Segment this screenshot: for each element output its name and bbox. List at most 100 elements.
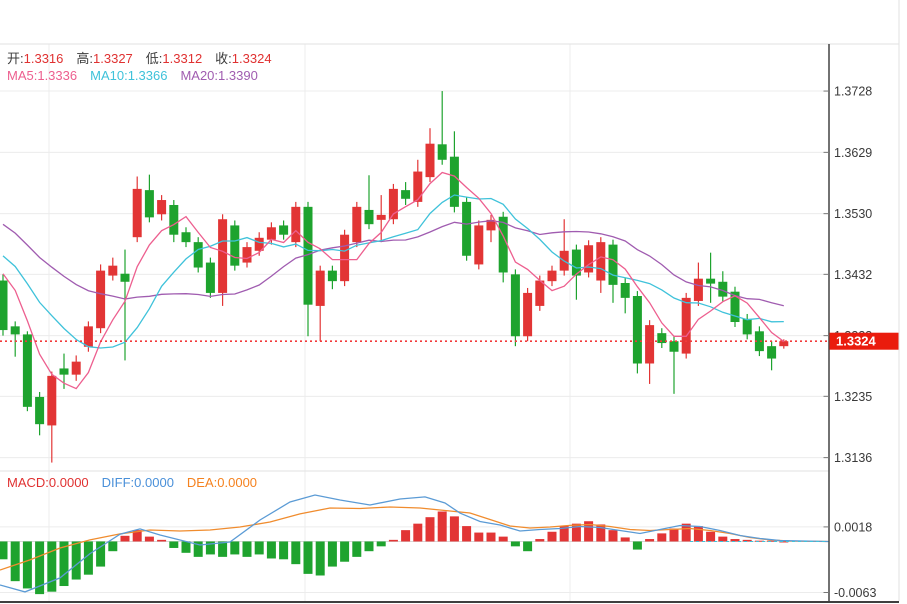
- candle-body: [182, 232, 191, 242]
- candle-body: [316, 271, 325, 306]
- macd-bar: [267, 541, 276, 558]
- macd-bar: [389, 540, 398, 542]
- candle-body: [377, 215, 386, 220]
- macd-bar: [657, 533, 666, 541]
- candle-body: [35, 397, 44, 424]
- candle-body: [743, 319, 752, 334]
- ohlc-row-close: 收:1.3324: [215, 51, 271, 66]
- high-label: 高:: [76, 51, 93, 66]
- candle-body: [47, 376, 56, 426]
- candle-body: [72, 362, 81, 375]
- candle-body: [609, 245, 618, 285]
- ma-row-ma20: MA20:1.3390: [180, 68, 257, 83]
- candle-body: [133, 189, 142, 237]
- macd-bar: [352, 541, 361, 556]
- candle-body: [706, 279, 715, 284]
- ma5-label: MA5:: [7, 68, 37, 83]
- candle-body: [621, 283, 630, 298]
- candle-body: [438, 144, 447, 159]
- candle-body: [523, 293, 532, 336]
- macd-bar: [462, 526, 471, 541]
- macd-bar: [291, 541, 300, 564]
- candle-body: [291, 207, 300, 242]
- candlestick-chart[interactable]: 1.37281.36291.35301.34321.33331.32351.31…: [0, 0, 907, 604]
- macd-bar: [157, 540, 166, 542]
- candle-body: [267, 227, 276, 239]
- candle-body: [670, 341, 679, 352]
- macd-bar: [487, 533, 496, 542]
- candle-body: [279, 225, 288, 234]
- candle-body: [584, 245, 593, 272]
- candle-body: [682, 298, 691, 354]
- macd-bar: [438, 512, 447, 542]
- macd-bar: [645, 539, 654, 541]
- candle-body: [645, 325, 654, 363]
- macd-row-macd: MACD:0.0000: [7, 475, 89, 490]
- diff-label: DIFF:: [102, 475, 135, 490]
- ohlc-row-open: 开:1.3316: [7, 51, 63, 66]
- macd-bar: [523, 541, 532, 551]
- macd-bar: [548, 532, 557, 542]
- candle-body: [108, 266, 117, 276]
- candle-body: [218, 219, 227, 293]
- axis-tick-label: 0.0018: [834, 520, 872, 534]
- ohlc-row-high: 高:1.3327: [76, 51, 132, 66]
- candle-body: [548, 271, 557, 282]
- axis-tick-label: 1.3235: [834, 390, 872, 404]
- ma-row-ma5: MA5:1.3336: [7, 68, 77, 83]
- macd-bar: [328, 541, 337, 566]
- candle-body: [767, 346, 776, 358]
- axis-tick-label: 1.3136: [834, 451, 872, 465]
- ma20-label: MA20:: [180, 68, 218, 83]
- macd-label: MACD:: [7, 475, 49, 490]
- macd-bar: [218, 541, 227, 556]
- macd-bar: [72, 541, 81, 579]
- candle-body: [499, 217, 508, 273]
- candle-body: [96, 271, 105, 329]
- macd-bar: [718, 537, 727, 542]
- macd-bar: [670, 529, 679, 542]
- macd-bar: [474, 533, 483, 542]
- close-label: 收:: [215, 51, 232, 66]
- candle-body: [328, 271, 337, 282]
- macd-bar: [401, 530, 410, 541]
- macd-bar: [450, 516, 459, 541]
- macd-bar: [413, 524, 422, 542]
- candle-body: [474, 225, 483, 264]
- macd-readout: MACD:0.0000DIFF:0.0000DEA:0.0000: [7, 475, 270, 490]
- macd-bar: [426, 517, 435, 541]
- axis-tick-label: -0.0063: [834, 586, 876, 600]
- ma-readout: MA5:1.3336 MA10:1.3366 MA20:1.3390: [7, 68, 271, 83]
- macd-bar: [535, 539, 544, 541]
- macd-value: 0.0000: [49, 475, 89, 490]
- macd-row-dea: DEA:0.0000: [187, 475, 257, 490]
- macd-bar: [230, 541, 239, 554]
- candle-body: [462, 202, 471, 256]
- macd-bar: [243, 541, 252, 556]
- macd-bar: [511, 541, 520, 546]
- candle-body: [230, 225, 239, 265]
- candle-body: [194, 242, 203, 267]
- macd-bar: [255, 541, 264, 554]
- open-label: 开:: [7, 51, 24, 66]
- candle-body: [121, 274, 130, 282]
- macd-bar: [633, 541, 642, 549]
- macd-bar: [340, 541, 349, 561]
- candle-body: [694, 279, 703, 301]
- candle-body: [365, 210, 374, 224]
- high-value: 1.3327: [93, 51, 133, 66]
- macd-bar: [108, 541, 117, 551]
- open-value: 1.3316: [24, 51, 64, 66]
- low-label: 低:: [146, 51, 163, 66]
- macd-bar: [47, 541, 56, 591]
- macd-bar: [316, 541, 325, 575]
- candle-body: [413, 172, 422, 202]
- axis-tick-label: 1.3728: [834, 85, 872, 99]
- candle-body: [243, 247, 252, 262]
- macd-row-diff: DIFF:0.0000: [102, 475, 174, 490]
- last-price-tag-value: 1.3324: [836, 334, 877, 349]
- ma10-value: 1.3366: [128, 68, 168, 83]
- candle-body: [511, 274, 520, 336]
- macd-bar: [377, 541, 386, 546]
- ma-row-ma10: MA10:1.3366: [90, 68, 167, 83]
